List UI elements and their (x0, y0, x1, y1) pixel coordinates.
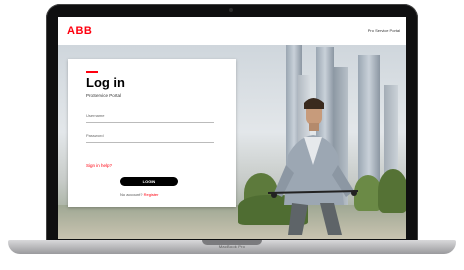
username-underline (86, 122, 214, 123)
model-label: MacBook Pro (218, 244, 246, 249)
abb-logo[interactable]: ABB (67, 25, 92, 37)
portal-link[interactable]: Pro Service Portal (368, 28, 400, 33)
password-underline (86, 142, 214, 143)
top-bar: ABB Pro Service Portal (58, 17, 406, 45)
signin-help-link[interactable]: Sign in help? (86, 163, 112, 168)
no-account-label: No account? (120, 192, 143, 197)
screen: ABB Pro Service Portal Log in ProService… (58, 17, 406, 239)
login-card: Log in ProService Portal Username Passwo… (68, 59, 236, 207)
accent-bar (86, 71, 98, 73)
username-field[interactable]: Username (86, 113, 104, 118)
cyclist-photo (267, 98, 359, 235)
password-field[interactable]: Password (86, 133, 104, 138)
portal-subtitle: ProService Portal (86, 93, 122, 98)
login-button[interactable]: LOGIN (120, 177, 178, 186)
camera-icon (229, 8, 233, 12)
no-account-text: No account? Register (120, 192, 159, 197)
register-link[interactable]: Register (144, 192, 159, 197)
login-title: Log in (86, 75, 125, 90)
laptop-mockup: MacBook Pro ABB Pro Service Portal Log i… (0, 0, 464, 270)
